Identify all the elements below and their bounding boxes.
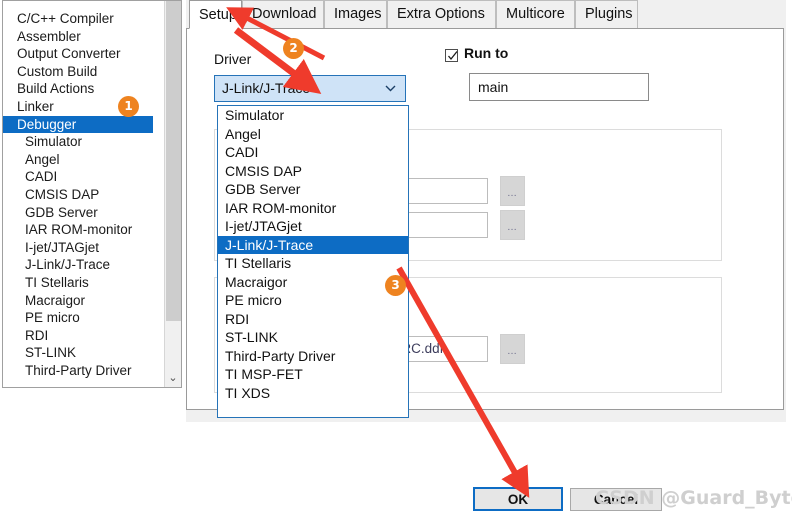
driver-label: Driver [214, 51, 252, 67]
sidebar-item-output-converter[interactable]: Output Converter [3, 45, 163, 63]
sidebar-item-debugger[interactable]: Debugger [3, 115, 153, 134]
sidebar-item-rdi[interactable]: RDI [3, 327, 163, 345]
sidebar-item-cmsis-dap[interactable]: CMSIS DAP [3, 186, 163, 204]
browse-button-2[interactable]: … [500, 210, 525, 240]
dropdown-option-cadi[interactable]: CADI [218, 143, 408, 162]
run-to-input-value: main [478, 79, 509, 95]
driver-combobox-value: J-Link/J-Trace [222, 80, 311, 96]
category-tree-list[interactable]: Runtime Checking C/C++ CompilerAssemblerO… [3, 1, 163, 387]
dropdown-option-rdi[interactable]: RDI [218, 310, 408, 329]
dropdown-option-gdb-server[interactable]: GDB Server [218, 180, 408, 199]
category-tree-panel[interactable]: Runtime Checking C/C++ CompilerAssemblerO… [2, 0, 182, 388]
annotation-badge-2: 2 [283, 38, 304, 59]
sidebar-item-gdb-server[interactable]: GDB Server [3, 204, 163, 222]
run-to-checkbox[interactable] [445, 49, 458, 62]
sidebar-item-i-jet-jtagjet[interactable]: I-jet/JTAGjet [3, 239, 163, 257]
dropdown-option-i-jet-jtagjet[interactable]: I-jet/JTAGjet [218, 217, 408, 236]
sidebar-item-c-c-compiler[interactable]: C/C++ Compiler [3, 10, 163, 28]
annotation-badge-1: 1 [118, 96, 139, 117]
dropdown-option-macraigor[interactable]: Macraigor [218, 273, 408, 292]
tab-multicore[interactable]: Multicore [496, 0, 575, 28]
browse-button-3[interactable]: … [500, 334, 525, 364]
chevron-down-icon[interactable] [385, 82, 396, 93]
tab-setup[interactable]: Setup [189, 0, 242, 29]
tab-plugins[interactable]: Plugins [575, 0, 638, 28]
sidebar-item-build-actions[interactable]: Build Actions [3, 80, 163, 98]
tree-scrollbar-thumb[interactable] [166, 1, 181, 321]
sidebar-item-st-link[interactable]: ST-LINK [3, 344, 163, 362]
sidebar-item-runtime-checking[interactable]: Runtime Checking [3, 0, 163, 1]
dropdown-option-angel[interactable]: Angel [218, 125, 408, 144]
run-to-label: Run to [464, 45, 509, 61]
tab-strip[interactable]: Setup Download Images Extra Options Multicor… [186, 0, 786, 29]
dropdown-option-third-party-driver[interactable]: Third-Party Driver [218, 347, 408, 366]
driver-combobox[interactable]: J-Link/J-Trace [214, 75, 406, 102]
sidebar-item-angel[interactable]: Angel [3, 151, 163, 169]
watermark: CSDN @Guard_Byte [595, 487, 792, 509]
dropdown-option-simulator[interactable]: Simulator [218, 106, 408, 125]
dropdown-option-ti-xds[interactable]: TI XDS [218, 384, 408, 403]
sidebar-item-cadi[interactable]: CADI [3, 168, 163, 186]
sidebar-item-third-party-driver[interactable]: Third-Party Driver [3, 362, 163, 380]
dropdown-option-ti-stellaris[interactable]: TI Stellaris [218, 254, 408, 273]
sidebar-item-iar-rom-monitor[interactable]: IAR ROM-monitor [3, 221, 163, 239]
chevron-down-icon[interactable]: ⌄ [165, 370, 181, 387]
sidebar-item-j-link-j-trace[interactable]: J-Link/J-Trace [3, 256, 163, 274]
sidebar-item-custom-build[interactable]: Custom Build [3, 63, 163, 81]
dropdown-option-cmsis-dap[interactable]: CMSIS DAP [218, 162, 408, 181]
browse-button-1[interactable]: … [500, 176, 525, 206]
annotation-badge-3: 3 [385, 275, 406, 296]
tree-scrollbar[interactable]: ⌄ [164, 1, 181, 387]
sidebar-item-macraigor[interactable]: Macraigor [3, 292, 163, 310]
tab-download[interactable]: Download [242, 0, 324, 28]
sidebar-item-ti-stellaris[interactable]: TI Stellaris [3, 274, 163, 292]
tab-extra-options[interactable]: Extra Options [387, 0, 496, 28]
run-to-input[interactable]: main [469, 73, 649, 101]
sidebar-item-pe-micro[interactable]: PE micro [3, 309, 163, 327]
tab-images[interactable]: Images [324, 0, 387, 28]
dropdown-option-pe-micro[interactable]: PE micro [218, 291, 408, 310]
driver-dropdown-list[interactable]: Simulator Angel CADI CMSIS DAP GDB Server IAR… [217, 105, 409, 418]
dropdown-option-j-link-j-trace[interactable]: J-Link/J-Trace [218, 235, 408, 254]
sidebar-item-assembler[interactable]: Assembler [3, 28, 163, 46]
ok-button[interactable]: OK [473, 487, 563, 511]
dropdown-option-st-link[interactable]: ST-LINK [218, 328, 408, 347]
sidebar-item-linker[interactable]: Linker [3, 98, 163, 116]
dropdown-option-iar-rom-monitor[interactable]: IAR ROM-monitor [218, 199, 408, 218]
sidebar-item-simulator[interactable]: Simulator [3, 133, 163, 151]
dropdown-option-ti-msp-fet[interactable]: TI MSP-FET [218, 365, 408, 384]
